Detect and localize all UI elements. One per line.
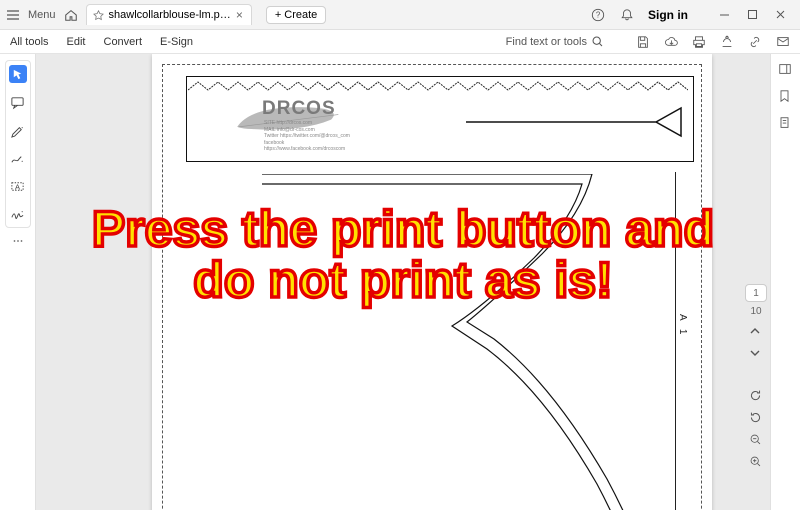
close-window-button[interactable] [766,4,794,26]
rotate-cw-icon[interactable] [749,389,763,403]
brand-name: DRCOS [262,98,336,120]
page-up-icon[interactable] [749,325,763,339]
zoom-out-icon[interactable] [749,433,763,447]
star-icon[interactable] [93,10,104,21]
panel-toggle-icon[interactable] [778,62,793,77]
more-tools-icon[interactable] [11,234,25,248]
direction-arrow [466,104,686,140]
svg-text:?: ? [595,10,600,19]
help-icon[interactable]: ? [590,7,605,22]
close-tab-icon[interactable]: × [236,8,243,22]
workspace: A DRCOS SITE http://drcos.com MAIL info@… [0,54,800,510]
page-current[interactable]: 1 [745,284,767,302]
brand-contact: SITE http://drcos.com MAIL info@dr-cos.c… [264,120,360,153]
title-bar: Menu shawlcollarblouse-lm.p… × + Create … [0,0,800,30]
right-panel [770,54,800,510]
signin-button[interactable]: Sign in [648,8,688,22]
brand-logo: DRCOS SITE http://drcos.com MAIL info@dr… [230,94,360,138]
mail-icon[interactable] [776,35,790,49]
comment-tool[interactable] [9,93,27,111]
page-down-icon[interactable] [749,347,763,361]
share-icon[interactable] [720,35,734,49]
menu-bar: All tools Edit Convert E-Sign Find text … [0,30,800,54]
tab-title: shawlcollarblouse-lm.p… [109,9,231,21]
bell-icon[interactable] [619,7,634,22]
page-total: 10 [750,306,761,317]
left-toolbar: A [0,54,36,510]
document-canvas[interactable]: DRCOS SITE http://drcos.com MAIL info@dr… [36,54,770,510]
menu-convert[interactable]: Convert [104,36,143,48]
save-icon[interactable] [636,35,650,49]
link-icon[interactable] [748,35,762,49]
text-tool[interactable]: A [9,177,27,195]
minimize-button[interactable] [710,4,738,26]
find-label[interactable]: Find text or tools [506,36,587,48]
create-button[interactable]: + Create [266,6,326,24]
zoom-in-icon[interactable] [749,455,763,469]
print-icon[interactable] [692,35,706,49]
home-icon[interactable] [64,8,78,22]
rotate-ccw-icon[interactable] [749,411,763,425]
highlight-tool[interactable] [9,121,27,139]
cloud-icon[interactable] [664,35,678,49]
pdf-page: DRCOS SITE http://drcos.com MAIL info@dr… [152,54,712,510]
zigzag-decoration [188,80,688,92]
maximize-button[interactable] [738,4,766,26]
draw-tool[interactable] [9,149,27,167]
select-tool[interactable] [9,65,27,83]
sign-tool[interactable] [9,205,27,223]
bookmark-icon[interactable] [778,89,793,104]
page-navigator: 1 10 [742,54,770,510]
menu-all-tools[interactable]: All tools [10,36,49,48]
menu-esign[interactable]: E-Sign [160,36,193,48]
menu-label[interactable]: Menu [28,9,56,21]
svg-text:A: A [15,182,20,191]
pages-icon[interactable] [778,116,793,131]
document-tab[interactable]: shawlcollarblouse-lm.p… × [86,4,252,25]
pattern-outline [262,174,692,510]
plus-icon: + [275,9,281,21]
hamburger-icon[interactable] [6,8,20,22]
menu-edit[interactable]: Edit [67,36,86,48]
search-icon[interactable] [591,35,604,48]
